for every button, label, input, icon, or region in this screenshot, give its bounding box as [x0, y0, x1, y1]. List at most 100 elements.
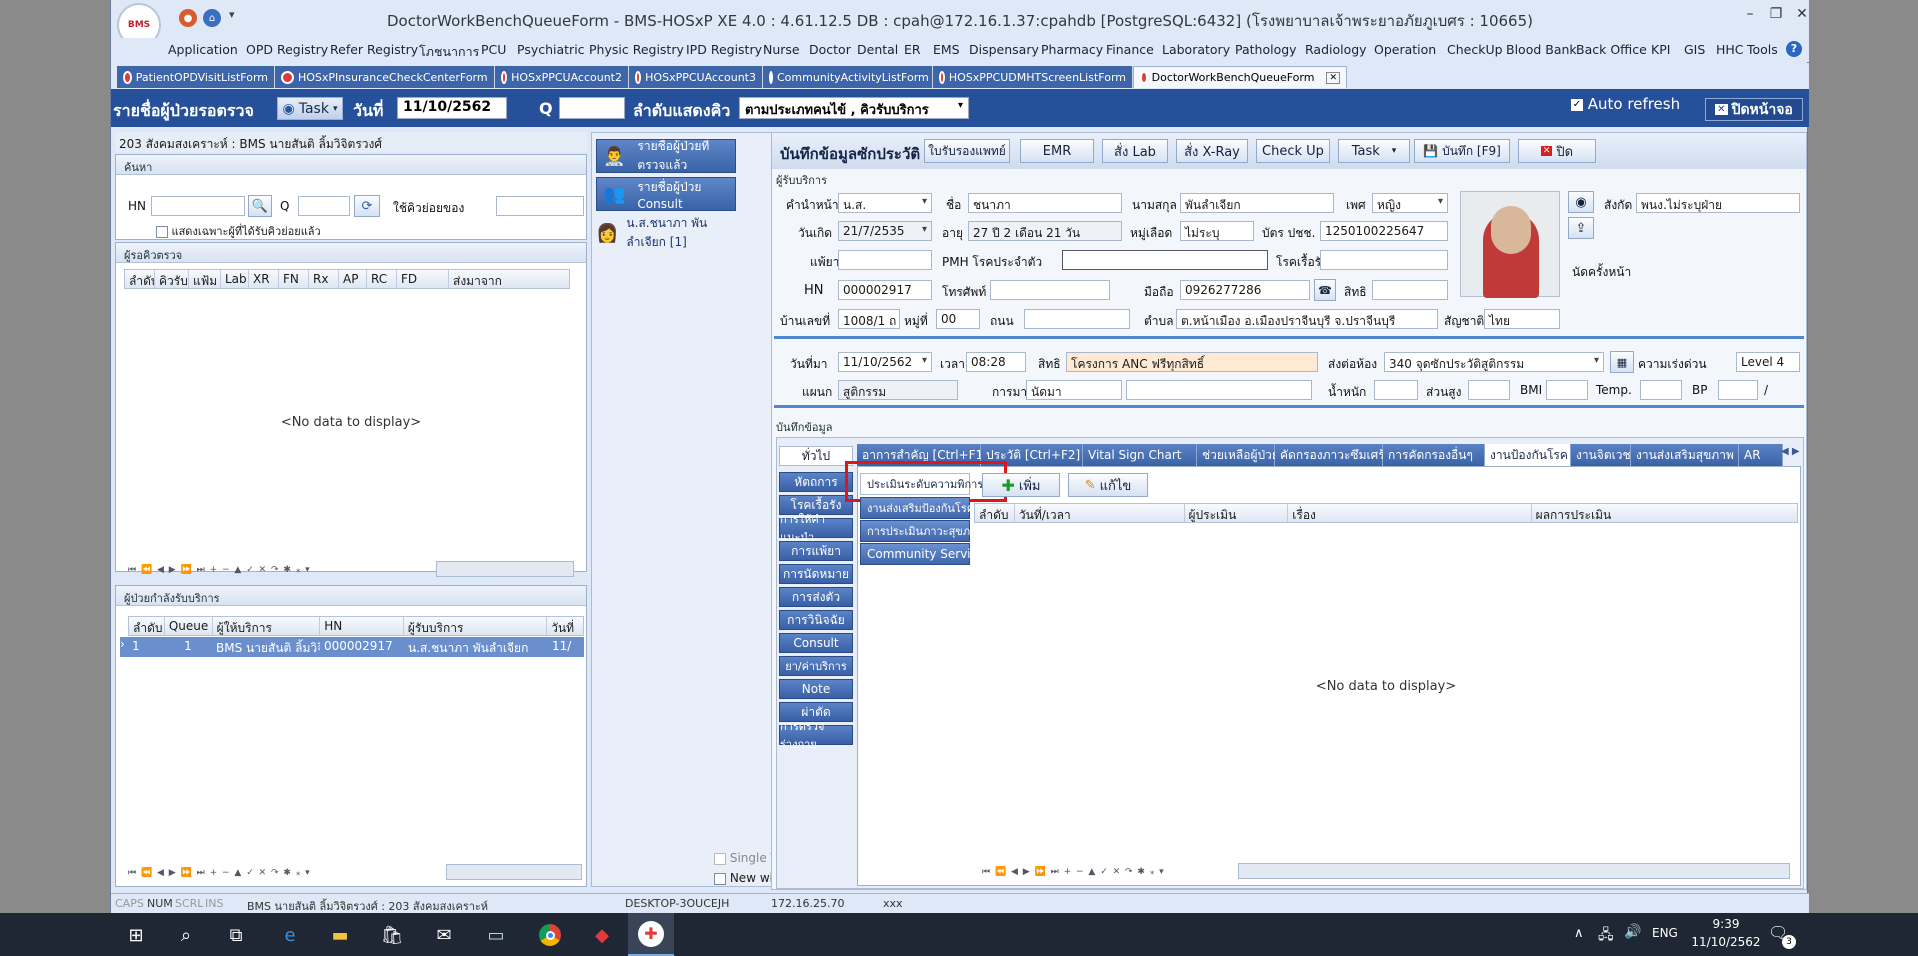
col-header[interactable]: ผู้ให้บริการ — [213, 617, 321, 635]
served-hscrollbar[interactable] — [446, 864, 582, 880]
come-input[interactable]: นัดมา — [1026, 380, 1122, 400]
doc-tab-insurance-check[interactable]: HOSxPInsuranceCheckCenterForm — [275, 66, 495, 88]
add-button[interactable]: ✚ เพิ่ม — [982, 473, 1060, 497]
tab-scroll-arrows[interactable]: ◀ ▶ — [1781, 446, 1800, 457]
order-xray-button[interactable]: สั่ง X-Ray — [1176, 139, 1248, 163]
subtab-community-service[interactable]: Community Service — [860, 543, 985, 565]
dob-input[interactable]: 21/7/2535 — [838, 221, 932, 241]
side-btn-general[interactable]: ทั่วไป — [779, 446, 853, 466]
visit-date-input[interactable]: 11/10/2562 — [838, 352, 932, 372]
menu-operation[interactable]: Operation — [1374, 42, 1436, 57]
auto-refresh-checkbox[interactable]: ✓ Auto refresh — [1571, 95, 1680, 113]
col-header[interactable]: ลำดับ — [129, 617, 165, 635]
menu-blood-bank[interactable]: Blood Bank — [1506, 42, 1577, 57]
allergy-input[interactable] — [838, 250, 932, 270]
windows-start-icon[interactable]: ⊞ — [122, 921, 150, 949]
affiliation-input[interactable]: พนง.ไม่ระบุฝ่าย — [1636, 193, 1800, 213]
menu-refer-registry[interactable]: Refer Registry — [330, 42, 418, 57]
tab-disease-prevention[interactable]: งานป้องกันโรค — [1485, 444, 1571, 466]
restore-icon[interactable]: ❐ — [1765, 6, 1787, 28]
q-search-input[interactable] — [298, 196, 350, 216]
only-sub-queue-checkbox[interactable]: แสดงเฉพาะผู้ที่ได้รับคิวย่อยแล้ว — [156, 222, 321, 240]
show-hidden-icons[interactable]: ∧ — [1574, 926, 1584, 941]
help-icon[interactable]: ? — [1786, 41, 1802, 57]
tab-other-screen[interactable]: การคัดกรองอื่นๆ — [1383, 444, 1485, 466]
order-lab-button[interactable]: สั่ง Lab — [1102, 139, 1168, 163]
col-header[interactable]: AP — [339, 270, 367, 288]
col-header[interactable]: FD — [397, 270, 449, 288]
side-btn-note[interactable]: Note — [779, 679, 853, 699]
menu-nutrition[interactable]: โภชนาการ — [419, 42, 479, 62]
col-header[interactable]: ผู้ประเมิน — [1185, 504, 1289, 522]
prefix-select[interactable]: น.ส. — [838, 193, 932, 213]
menu-pharmacy[interactable]: Pharmacy — [1041, 42, 1103, 57]
side-btn-diagnosis[interactable]: การวินิจฉัย — [779, 610, 853, 630]
menu-pathology[interactable]: Pathology — [1235, 42, 1297, 57]
bmi-input[interactable] — [1546, 380, 1588, 400]
house-input[interactable]: 1008/1 ถ — [838, 309, 900, 329]
side-btn-advice[interactable]: การให้คำแนะนำ — [779, 513, 853, 544]
menu-opd-registry[interactable]: OPD Registry — [246, 42, 328, 57]
menu-psychiatric[interactable]: Psychiatric — [517, 42, 585, 57]
store-icon[interactable]: 🛍 — [378, 921, 406, 949]
menu-gis[interactable]: GIS — [1684, 42, 1705, 57]
use-queue-input[interactable] — [496, 196, 584, 216]
photo-upload-icon[interactable]: ⇪ — [1568, 217, 1594, 239]
first-name-input[interactable]: ชนาภา — [968, 193, 1122, 213]
close-window-icon[interactable]: ✕ — [1791, 6, 1813, 28]
menu-finance[interactable]: Finance — [1106, 42, 1154, 57]
side-btn-procedure[interactable]: หัตถการ — [779, 472, 853, 492]
col-header[interactable]: วันที่ — [547, 617, 583, 635]
urgency-input[interactable]: Level 4 — [1736, 352, 1800, 372]
volume-icon[interactable]: 🔊 — [1624, 924, 1641, 940]
time-input[interactable]: 08:28 — [966, 352, 1026, 372]
tambon-input[interactable]: ต.หน้าเมือง อ.เมืองปราจีนบุรี จ.ปราจีนบุ… — [1176, 309, 1438, 329]
chrome-icon[interactable] — [536, 921, 564, 949]
col-header[interactable]: ลำดับ — [975, 504, 1015, 522]
menu-laboratory[interactable]: Laboratory — [1162, 42, 1230, 57]
col-header[interactable]: Queue — [165, 617, 213, 635]
refresh-icon[interactable]: ⟳ — [354, 195, 380, 217]
consult-list-button[interactable]: 👥 รายชื่อผู้ป่วย Consult — [596, 177, 736, 211]
subtab-disease-prevention[interactable]: งานส่งเสริมป้องกันโรค — [860, 497, 974, 519]
doc-tab-dmht-screen[interactable]: HOSxPPCUDMHTScreenListForm — [933, 66, 1133, 88]
language-indicator[interactable]: ENG — [1652, 926, 1678, 940]
save-button[interactable]: 💾 บันทึก [F9] — [1414, 139, 1510, 163]
search-icon[interactable]: ⌕ — [172, 921, 200, 949]
tab-ar[interactable]: AR — [1739, 444, 1783, 466]
network-icon[interactable]: 🖧 — [1598, 924, 1614, 948]
surname-input[interactable]: พันลำเจียก — [1180, 193, 1334, 213]
menu-pcu[interactable]: PCU — [481, 42, 506, 57]
sex-select[interactable]: หญิง — [1372, 193, 1448, 213]
hn-field[interactable]: 000002917 — [838, 280, 932, 300]
subtab-health-assessment[interactable]: การประเมินภาวะสุขภาพ — [860, 520, 984, 542]
moo-input[interactable]: 00 — [936, 309, 980, 329]
menu-radiology[interactable]: Radiology — [1305, 42, 1367, 57]
citizen-id-input[interactable]: 1250100225647 — [1320, 221, 1448, 241]
table-row[interactable]: › 1 1 BMS นายสันติ ลิ้มวิจิ 000002917 น.… — [120, 637, 584, 657]
weight-input[interactable] — [1374, 380, 1418, 400]
phone-lookup-icon[interactable]: ☎ — [1314, 279, 1336, 301]
assessment-record-navigator[interactable]: ⏮ ⏪ ◀ ▶ ⏩ ⏭ + − ▲ ✓ ✕ ↷ ✱ ⁎ ▾ — [976, 865, 1236, 879]
side-btn-physical-exam[interactable]: การตรวจร่างกาย — [779, 720, 853, 751]
edit-button[interactable]: ✎ แก้ไข — [1068, 473, 1148, 497]
assessment-hscrollbar[interactable] — [1238, 863, 1790, 879]
col-header[interactable]: RC — [367, 270, 397, 288]
blood-group-input[interactable]: ไม่ระบุ — [1180, 221, 1254, 241]
side-btn-consult[interactable]: Consult — [779, 633, 853, 653]
dept-input[interactable]: สูติกรรม — [838, 380, 958, 400]
close-screen-button[interactable]: ✕ ปิดหน้าจอ — [1705, 98, 1803, 121]
doc-tab-patient-opd[interactable]: PatientOPDVisitListForm — [117, 66, 275, 88]
menu-back-office[interactable]: Back Office — [1576, 42, 1647, 57]
come-detail-input[interactable] — [1126, 380, 1312, 400]
task-menu-button[interactable]: Task ▾ — [1338, 139, 1410, 163]
mobile-input[interactable]: 0926277286 — [1180, 280, 1310, 300]
menu-ipd-registry[interactable]: IPD Registry — [686, 42, 762, 57]
examined-list-button[interactable]: 👨‍⚕️ รายชื่อผู้ป่วยที่ตรวจแล้ว — [596, 139, 736, 173]
medical-cert-button[interactable]: ใบรับรองแพทย์ — [924, 139, 1010, 163]
menu-ems[interactable]: EMS — [933, 42, 960, 57]
menu-checkup[interactable]: CheckUp — [1447, 42, 1503, 57]
menu-kpi[interactable]: KPI — [1651, 42, 1670, 57]
tab-health-promotion[interactable]: งานส่งเสริมสุขภาพ — [1631, 444, 1739, 466]
col-header[interactable]: คิวรับ — [155, 270, 189, 288]
